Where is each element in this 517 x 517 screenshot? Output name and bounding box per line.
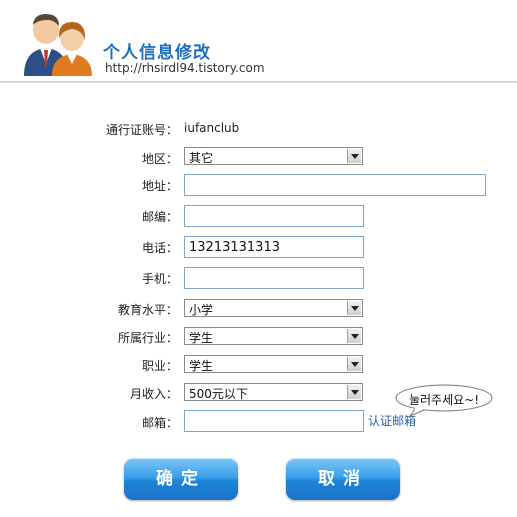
mobile-input[interactable] [184,267,364,289]
job-label: 职业： [141,359,178,373]
education-label: 教育水平： [117,303,178,317]
hint-bubble: 눌러주세요~! [394,383,506,417]
confirm-button[interactable]: 确定 [124,458,238,500]
income-label: 月收入： [129,387,178,401]
account-label: 通行证账号： [105,123,178,137]
zip-input[interactable] [184,205,364,227]
phone-input[interactable]: 13213131313 [184,236,364,258]
users-icon [24,14,92,76]
phone-input-value: 13213131313 [189,240,280,255]
income-select[interactable]: 500元以下 [184,383,363,401]
page-title: 个人信息修改 [103,43,211,63]
job-select-value: 学生 [189,359,214,373]
job-select[interactable]: 学生 [184,355,363,373]
region-label: 地区： [141,152,178,166]
email-input[interactable] [184,410,364,432]
phone-label: 电话： [141,241,178,255]
hint-bubble-text: 눌러주세요~! [408,393,480,407]
site-url: http://rhsirdl94.tistory.com [105,61,265,75]
chevron-down-icon[interactable] [347,329,361,343]
industry-select[interactable]: 学生 [184,327,363,345]
zip-label: 邮编： [141,210,178,224]
income-select-value: 500元以下 [189,387,248,401]
address-input[interactable] [184,174,486,196]
industry-select-value: 学生 [189,331,214,345]
address-label: 地址： [141,179,178,193]
chevron-down-icon[interactable] [347,385,361,399]
region-select[interactable]: 其它 [184,147,363,165]
email-label: 邮箱： [141,416,178,430]
region-select-value: 其它 [189,151,214,165]
education-select-value: 小学 [189,303,214,317]
chevron-down-icon[interactable] [347,301,361,315]
account-value: iufanclub [184,121,240,135]
cancel-button[interactable]: 取消 [286,458,400,500]
page-header: 个人信息修改 http://rhsirdl94.tistory.com [0,0,517,85]
education-select[interactable]: 小学 [184,299,363,317]
header-divider [0,81,517,83]
chevron-down-icon[interactable] [347,357,361,371]
industry-label: 所属行业： [117,331,178,345]
mobile-label: 手机： [141,272,178,286]
chevron-down-icon[interactable] [347,149,361,163]
